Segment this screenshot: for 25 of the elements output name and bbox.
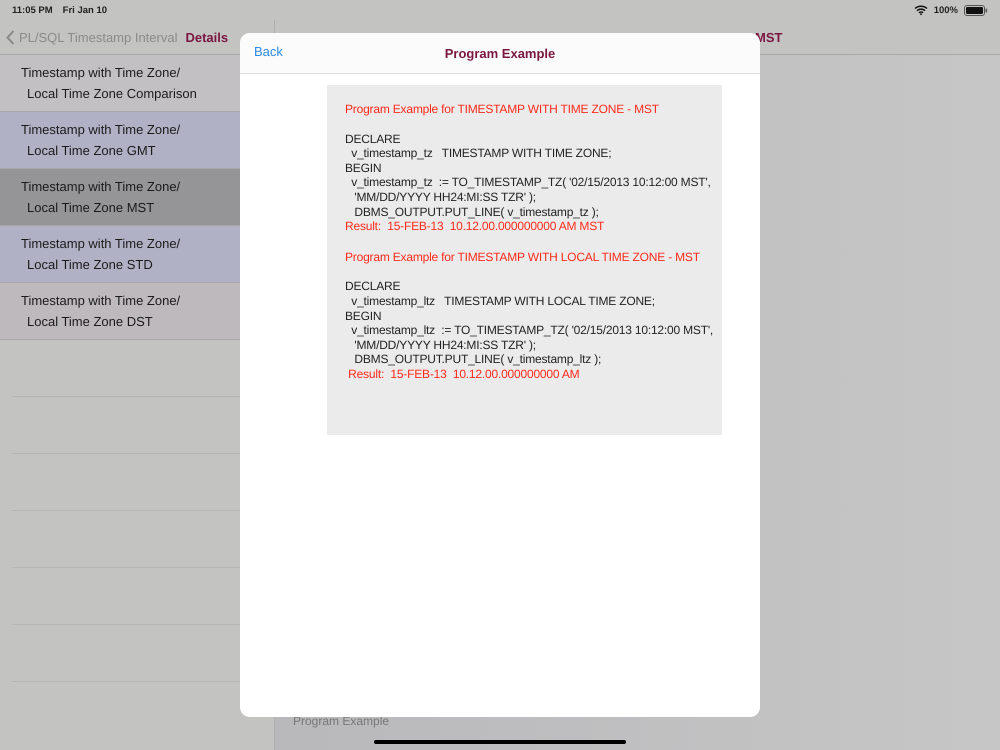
code-line: DECLARE bbox=[345, 279, 402, 294]
code-line: DECLARE bbox=[345, 132, 402, 146]
footer-label: Program Example bbox=[293, 714, 390, 728]
code-line: DBMS_OUTPUT.PUT_LINE( v_timestamp_ltz ); bbox=[353, 352, 602, 367]
chevron-left-icon bbox=[6, 30, 15, 44]
code-line: v_timestamp_tz := TO_TIMESTAMP_TZ( '02/15/2013 10:12:00 MST', bbox=[350, 175, 712, 190]
status-date: Fri Jan 10 bbox=[62, 4, 108, 16]
status-time: 11:05 PM bbox=[12, 4, 53, 16]
example-heading: Program Example for TIMESTAMP WITH TIME ZONE - MST bbox=[345, 102, 660, 117]
wifi-icon bbox=[914, 5, 928, 15]
result-line: Result: 15-FEB-13 10.12.00.000000000 AM MST bbox=[345, 219, 606, 234]
code-line: BEGIN bbox=[345, 160, 382, 176]
code-line: v_timestamp_ltz TIMESTAMP WITH LOCAL TIME ZONE; bbox=[350, 294, 656, 309]
code-line: v_timestamp_tz TIMESTAMP WITH TIME ZONE; bbox=[350, 146, 612, 161]
code-line: v_timestamp_ltz := TO_TIMESTAMP_TZ( '02/15/2013 10:12:00 MST', bbox=[350, 323, 714, 338]
code-line: 'MM/DD/YYYY HH24:MI:SS TZR' ); bbox=[353, 338, 537, 352]
result-line: Result: 15-FEB-13 10.12.00.000000000 AM bbox=[347, 366, 580, 382]
example-heading: Program Example for TIMESTAMP WITH LOCAL TIME ZONE - MST bbox=[345, 250, 701, 264]
battery-icon bbox=[964, 4, 988, 16]
code-line: DBMS_OUTPUT.PUT_LINE( v_timestamp_tz ); bbox=[353, 204, 600, 220]
code-line: BEGIN bbox=[345, 308, 382, 324]
code-line: 'MM/DD/YYYY HH24:MI:SS TZR' ); bbox=[353, 190, 537, 205]
modal-title: Program Example bbox=[444, 46, 556, 60]
battery-percent: 100% bbox=[934, 4, 958, 16]
nav-title: Details bbox=[185, 30, 228, 44]
